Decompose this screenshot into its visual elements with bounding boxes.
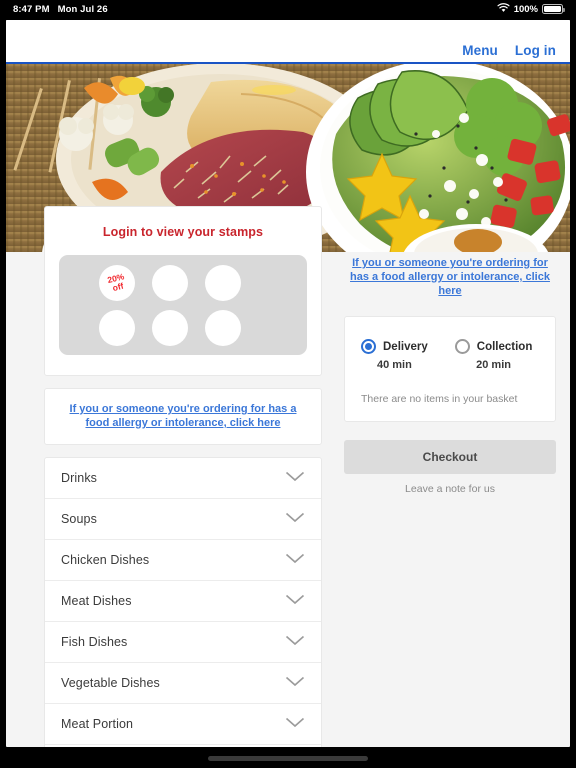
status-date: Mon Jul 26 — [57, 3, 108, 15]
collection-option-line: Collection — [454, 339, 533, 354]
allergy-notice-card-left: If you or someone you're ordering for ha… — [44, 388, 322, 445]
checkout-button[interactable]: Checkout — [344, 440, 556, 474]
right-column: If you or someone you're ordering for ha… — [336, 66, 570, 747]
menu-category-meat-dishes[interactable]: Meat Dishes — [45, 581, 321, 622]
page-content: Login to view your stamps 20% off If you… — [6, 66, 570, 747]
menu-category-fish-dishes[interactable]: Fish Dishes — [45, 622, 321, 663]
chevron-down-icon — [285, 633, 305, 651]
stamp-slot-6 — [205, 309, 241, 346]
menu-category-label: Fish Dishes — [61, 635, 128, 649]
menu-category-label: Soups — [61, 512, 97, 526]
allergy-notice-right: If you or someone you're ordering for ha… — [344, 256, 556, 299]
battery-percent: 100% — [513, 3, 538, 15]
chevron-down-icon — [285, 674, 305, 692]
chevron-down-icon — [285, 592, 305, 610]
collection-time: 20 min — [476, 359, 511, 371]
stamps-grid: 20% off — [59, 255, 307, 355]
left-column: Login to view your stamps 20% off If you… — [6, 66, 336, 747]
menu-category-list: Drinks Soups Chicken Dishes Meat Dishes … — [44, 457, 322, 747]
delivery-option-line: Delivery — [361, 339, 428, 354]
delivery-option[interactable]: Delivery 40 min — [361, 339, 428, 371]
collection-option[interactable]: Collection 20 min — [454, 339, 533, 371]
allergy-link-right[interactable]: If you or someone you're ordering for ha… — [350, 256, 550, 298]
fulfilment-options: Delivery 40 min Collection 20 min — [361, 339, 539, 371]
menu-category-label: Drinks — [61, 471, 98, 485]
content-columns: Login to view your stamps 20% off If you… — [6, 66, 570, 747]
menu-category-label: Vegetable Dishes — [61, 676, 160, 690]
status-bar-left: 8:47 PM Mon Jul 26 — [13, 4, 108, 15]
chevron-down-icon — [285, 715, 305, 733]
stamp-slot-4 — [99, 309, 135, 346]
stamps-row-2 — [99, 309, 293, 346]
home-indicator[interactable] — [208, 756, 368, 761]
basket-card: Delivery 40 min Collection 20 min There … — [344, 316, 556, 422]
stamp-slot-3 — [205, 264, 241, 301]
menu-category-soups[interactable]: Soups — [45, 499, 321, 540]
stamps-title: Login to view your stamps — [102, 225, 264, 239]
stamp-badge-line2: off — [111, 280, 125, 293]
leave-note-link[interactable]: Leave a note for us — [344, 483, 556, 495]
stamp-discount-badge: 20% off — [106, 271, 128, 294]
chevron-down-icon — [285, 510, 305, 528]
basket-empty-message: There are no items in your basket — [361, 393, 518, 405]
collection-radio[interactable] — [454, 339, 470, 354]
chevron-down-icon — [285, 469, 305, 487]
nav-login-link[interactable]: Log in — [515, 43, 556, 58]
menu-category-meat-portion[interactable]: Meat Portion — [45, 704, 321, 745]
menu-category-label: Meat Portion — [61, 717, 134, 731]
status-time: 8:47 PM — [13, 3, 50, 15]
browser-viewport: Menu Log in Login to view your stamps 20… — [6, 20, 570, 747]
menu-category-roti[interactable]: Roti — [45, 745, 321, 747]
menu-category-drinks[interactable]: Drinks — [45, 458, 321, 499]
tablet-device-frame: 8:47 PM Mon Jul 26 100% Menu Log in Logi… — [0, 0, 576, 768]
collection-label: Collection — [476, 340, 533, 353]
stamp-slot-2 — [152, 264, 188, 301]
stamps-card: Login to view your stamps 20% off — [44, 206, 322, 376]
status-bar-right: 100% — [497, 2, 565, 16]
nav-menu-link[interactable]: Menu — [462, 43, 498, 58]
delivery-radio[interactable] — [361, 339, 376, 354]
menu-category-label: Chicken Dishes — [61, 553, 150, 567]
allergy-link-left[interactable]: If you or someone you're ordering for ha… — [67, 402, 299, 430]
wifi-icon — [497, 2, 510, 16]
menu-category-vegetable-dishes[interactable]: Vegetable Dishes — [45, 663, 321, 704]
menu-category-label: Meat Dishes — [61, 594, 132, 608]
stamps-row-1: 20% off — [99, 264, 293, 301]
menu-category-chicken-dishes[interactable]: Chicken Dishes — [45, 540, 321, 581]
status-bar: 8:47 PM Mon Jul 26 100% — [0, 0, 576, 18]
battery-icon — [542, 4, 565, 14]
chevron-down-icon — [285, 551, 305, 569]
site-navbar: Menu Log in — [6, 20, 570, 64]
stamp-slot-1: 20% off — [99, 264, 135, 301]
delivery-time: 40 min — [376, 359, 412, 371]
stamp-slot-5 — [152, 309, 188, 346]
delivery-label: Delivery — [383, 340, 428, 353]
